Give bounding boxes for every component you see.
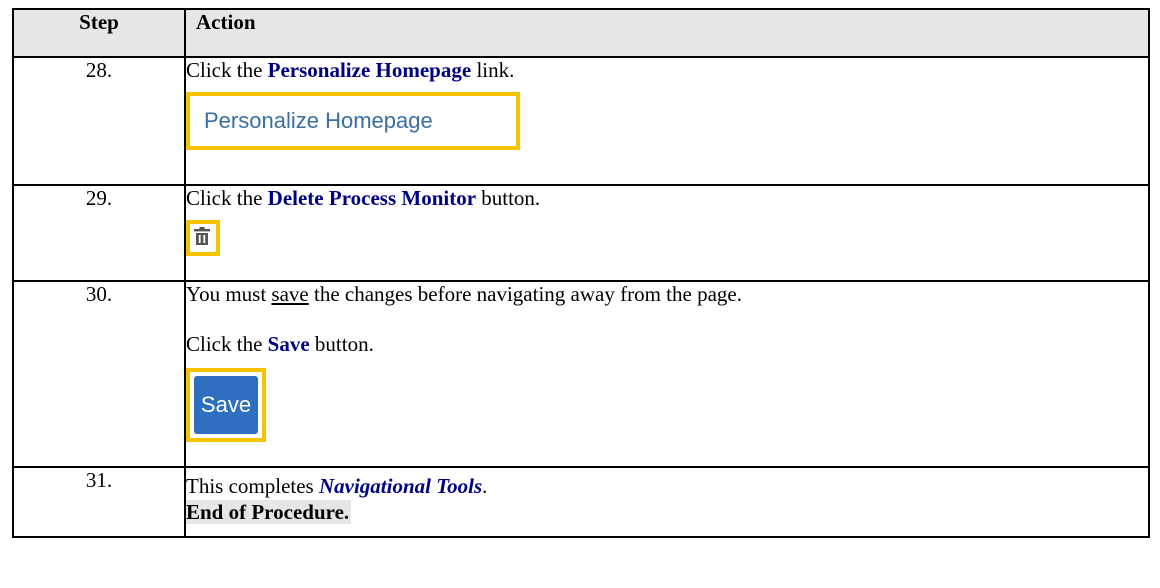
table-row: 31. This completes Navigational Tools. E… (12, 466, 1150, 538)
step-action: Click the Delete Process Monitor button. (184, 184, 1150, 282)
header-step: Step (12, 8, 186, 58)
keyword: Save (267, 332, 310, 356)
table-row: 29. Click the Delete Process Monitor but… (12, 184, 1150, 282)
completion-text: This completes Navigational Tools. (186, 474, 488, 498)
save-button[interactable]: Save (194, 376, 258, 434)
step-action: This completes Navigational Tools. End o… (184, 466, 1150, 538)
keyword: Personalize Homepage (267, 58, 472, 82)
end-of-procedure: End of Procedure. (186, 500, 352, 524)
procedure-title: Navigational Tools (318, 474, 483, 498)
step-number: 31. (12, 466, 186, 538)
delete-process-monitor-button[interactable] (186, 220, 220, 256)
step-action: Click the Personalize Homepage link. Per… (184, 56, 1150, 186)
instruction: Click the Delete Process Monitor button. (186, 186, 541, 210)
table-row: 28. Click the Personalize Homepage link.… (12, 56, 1150, 186)
procedure-table: Step Action 28. Click the Personalize Ho… (12, 8, 1150, 538)
note: You must save the changes before navigat… (186, 282, 742, 306)
header-action: Action (184, 8, 1150, 58)
step-number: 30. (12, 280, 186, 468)
step-action: You must save the changes before navigat… (184, 280, 1150, 468)
trash-icon (194, 227, 210, 245)
personalize-homepage-link[interactable]: Personalize Homepage (186, 92, 520, 150)
step-number: 28. (12, 56, 186, 186)
instruction: Click the Personalize Homepage link. (186, 58, 515, 82)
save-button-highlight: Save (186, 368, 266, 442)
step-number: 29. (12, 184, 186, 282)
table-header-row: Step Action (12, 8, 1150, 58)
instruction: Click the Save button. (186, 332, 374, 356)
keyword: Delete Process Monitor (267, 186, 477, 210)
table-row: 30. You must save the changes before nav… (12, 280, 1150, 468)
